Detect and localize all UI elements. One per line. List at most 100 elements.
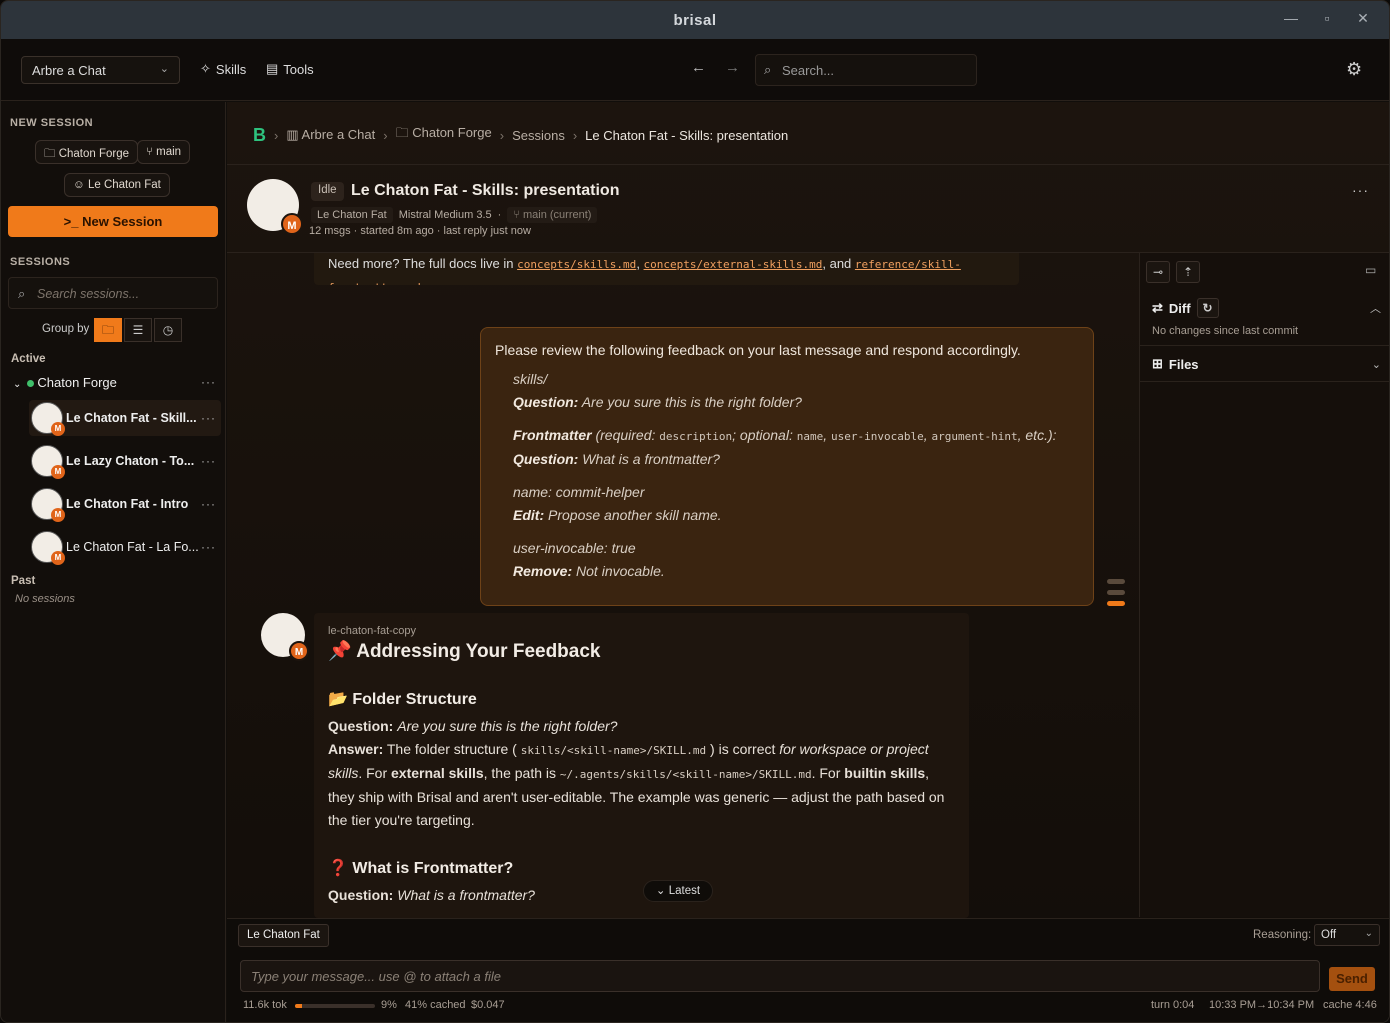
session-more-icon[interactable]: ···	[201, 454, 216, 468]
project-chip[interactable]: 🗀 Chaton Forge	[35, 140, 139, 164]
tools-button[interactable]: ▤ Tools	[266, 61, 314, 77]
gear-icon[interactable]: ⚙	[1346, 59, 1362, 80]
session-more-icon[interactable]: ···	[201, 411, 216, 425]
brisal-logo-icon[interactable]: B	[253, 125, 266, 146]
new-session-label: New Session	[82, 214, 163, 229]
back-arrow-icon[interactable]: ←	[691, 59, 706, 76]
diff-section-header[interactable]: ⇄ Diff ↻	[1152, 298, 1219, 318]
group-by-list-icon[interactable]: ☰	[124, 318, 152, 342]
terminal-icon: >_	[63, 214, 79, 229]
breadcrumb-workspace[interactable]: ▥ Arbre a Chat	[286, 127, 375, 143]
chevron-down-icon: ⌄	[13, 379, 22, 390]
question-text: What is a frontmatter?	[397, 887, 535, 903]
session-title: Le Lazy Chaton - To...	[66, 454, 195, 468]
message-placeholder: Type your message... use @ to attach a f…	[251, 969, 501, 984]
session-more-icon[interactable]: ···	[201, 540, 216, 554]
model-label: Mistral Medium 3.5	[398, 209, 492, 221]
reply-paragraph: Question: Are you sure this is the right…	[328, 715, 955, 832]
project-group-chaton-forge[interactable]: ⌄ Chaton Forge	[13, 375, 218, 393]
reply-subheading: 📂 Folder Structure	[328, 691, 477, 708]
feedback-quote: (required:	[595, 427, 656, 443]
avatar: M	[261, 613, 309, 661]
answer-bold: external skills	[391, 765, 484, 781]
time-range: 10:33 PM→10:34 PM	[1209, 999, 1315, 1011]
divider	[227, 164, 1389, 165]
composer: Le Chaton Fat Reasoning: Off ⌄ Type your…	[227, 918, 1389, 1022]
branch-icon: ⑂	[146, 146, 153, 158]
answer-text: , the path is	[483, 765, 557, 781]
forward-arrow-icon[interactable]: →	[725, 59, 740, 76]
breadcrumb-project[interactable]: 🗀 Chaton Forge	[396, 124, 492, 146]
feedback-kind: Question:	[513, 394, 579, 410]
files-section-header[interactable]: ⊞ Files	[1152, 356, 1199, 372]
question-label: Question:	[328, 887, 394, 903]
session-meta: Le Chaton Fat Mistral Medium 3.5 · ⑂ mai…	[311, 207, 598, 223]
answer-bold: builtin skills	[844, 765, 926, 781]
status-badge: Idle	[311, 182, 344, 201]
agent-chip[interactable]: ☺ Le Chaton Fat	[64, 173, 170, 197]
assistant-reply: le-chaton-fat-copy 📌 Addressing Your Fee…	[314, 613, 969, 918]
branch-chip[interactable]: ⑂ main	[137, 140, 191, 164]
chevron-right-icon: ›	[383, 127, 388, 143]
reply-subheading: ❓ What is Frontmatter?	[328, 860, 514, 877]
new-session-button[interactable]: >_ New Session	[8, 206, 218, 237]
avatar: M	[31, 402, 65, 436]
breadcrumb-workspace-label: Arbre a Chat	[301, 127, 376, 142]
upload-icon[interactable]: ⇡	[1176, 261, 1200, 283]
skills-button[interactable]: ✧ Skills	[200, 61, 246, 77]
search-icon: ⌕	[764, 62, 772, 77]
minimize-icon[interactable]: —	[1281, 10, 1301, 26]
scroll-marker[interactable]	[1107, 579, 1125, 584]
answer-text: . For	[811, 765, 841, 781]
page-title: Le Chaton Fat - Skills: presentation	[351, 182, 620, 199]
agent-tab[interactable]: Le Chaton Fat	[238, 924, 329, 947]
inline-code: user-invocable	[831, 430, 924, 443]
refresh-icon[interactable]: ↻	[1196, 298, 1219, 318]
feedback-kind: Edit:	[513, 507, 545, 523]
session-more-icon[interactable]: ···	[201, 497, 216, 511]
title-bar: brisal — ▫ ✕	[1, 1, 1389, 39]
tools-label: Tools	[283, 61, 314, 77]
project-more-icon[interactable]: ···	[201, 375, 216, 389]
context-percent: 9%	[381, 999, 397, 1011]
context-usage-bar	[295, 1004, 375, 1008]
jump-to-latest-button[interactable]: ⌄ Latest	[643, 880, 713, 902]
session-item[interactable]: M Le Lazy Chaton - To...	[29, 443, 221, 479]
sessions-heading: SESSIONS	[10, 256, 71, 268]
project-selector[interactable]: Arbre a Chat ⌄	[21, 56, 180, 84]
scroll-marker[interactable]	[1107, 590, 1125, 595]
message-input[interactable]: Type your message... use @ to attach a f…	[240, 960, 1320, 992]
diff-icon: ⇄	[1152, 300, 1163, 315]
send-button[interactable]: Send	[1329, 967, 1375, 991]
doc-link[interactable]: concepts/skills.md	[517, 258, 636, 271]
commit-icon[interactable]: ⊸	[1146, 261, 1170, 283]
answer-label: Answer:	[328, 741, 384, 757]
answer-text: . For	[358, 765, 388, 781]
avatar: M	[31, 531, 65, 565]
inline-code: name	[796, 430, 824, 443]
session-item[interactable]: M Le Chaton Fat - Skill...	[29, 400, 221, 436]
close-icon[interactable]: ✕	[1353, 10, 1373, 27]
breadcrumb-sessions[interactable]: Sessions	[512, 128, 565, 143]
chevron-down-icon[interactable]: ⌄	[1372, 358, 1381, 371]
reasoning-select[interactable]: Off ⌄	[1314, 924, 1380, 946]
scroll-marker-current[interactable]	[1107, 601, 1125, 606]
group-by-time-icon[interactable]: ◷	[154, 318, 182, 342]
doc-link[interactable]: concepts/external-skills.md	[644, 258, 823, 271]
group-by-folder-icon[interactable]: 🗀	[94, 318, 122, 342]
chevron-up-icon[interactable]: ︿	[1370, 300, 1381, 316]
branch-icon: ⑂	[513, 209, 520, 221]
global-search-input[interactable]: ⌕ Search...	[755, 54, 977, 86]
new-session-heading: NEW SESSION	[10, 117, 94, 129]
comment-icon[interactable]: ▭	[1365, 263, 1376, 277]
main-panel: B › ▥ Arbre a Chat › 🗀 Chaton Forge › Se…	[227, 102, 1389, 1022]
feedback-quote: ; optional:	[732, 427, 793, 443]
feedback-text: What is a frontmatter?	[582, 451, 720, 467]
sessions-search-input[interactable]: ⌕ Search sessions...	[8, 277, 218, 309]
maximize-icon[interactable]: ▫	[1317, 10, 1337, 26]
session-more-icon[interactable]: ···	[1352, 182, 1369, 198]
avatar: M	[31, 445, 65, 479]
chevron-right-icon: ›	[499, 127, 505, 143]
session-item[interactable]: M Le Chaton Fat - Intro	[29, 486, 221, 522]
session-item[interactable]: M Le Chaton Fat - La Fo...	[29, 529, 221, 565]
